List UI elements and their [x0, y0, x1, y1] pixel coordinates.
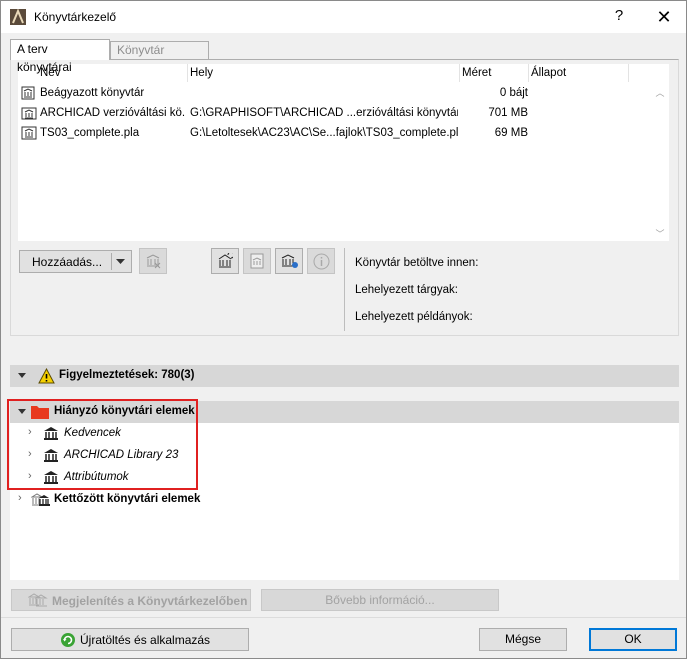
title-bar: Könyvtárkezelő ? ✕ [1, 1, 686, 33]
duplicate-library-icon [31, 493, 50, 506]
library-name: Beágyazott könyvtár [40, 87, 145, 99]
help-button[interactable]: ? [607, 7, 631, 27]
archicad-app-icon [10, 9, 26, 25]
chevron-right-icon[interactable]: › [18, 492, 22, 504]
window-title: Könyvtárkezelő [34, 10, 117, 24]
warnings-label: Figyelmeztetések: 780(3) [59, 369, 195, 381]
library-settings-button[interactable] [275, 248, 303, 274]
show-in-library-manager-label: Megjelenítés a Könyvtárkezelőben [52, 594, 248, 608]
remove-library-icon [146, 254, 161, 269]
library-row[interactable]: ARCHICAD verzióváltási kö... G:\GRAPHISO… [18, 103, 652, 123]
duplicate-items-label: Kettőzött könyvtári elemek [54, 493, 201, 505]
show-in-library-manager-button[interactable]: Megjelenítés a Könyvtárkezelőben [11, 589, 251, 611]
export-library-button[interactable] [243, 248, 271, 274]
chevron-down-icon[interactable] [116, 259, 125, 265]
library-size: 701 MB [488, 107, 528, 119]
tab-library-contents[interactable]: Könyvtár tartalma [110, 41, 209, 73]
more-info-button[interactable]: Bővebb információ... [261, 589, 499, 611]
library-name: ARCHICAD verzióváltási kö... [40, 107, 185, 119]
library-loaded-from-label: Könyvtár betöltve innen: [355, 257, 479, 269]
divider [1, 617, 686, 618]
pla-file-icon [21, 126, 37, 140]
scroll-down-icon[interactable]: ﹀ [654, 227, 666, 239]
embedded-library-icon [21, 86, 35, 100]
reload-and-apply-label: Újratöltés és alkalmazás [80, 633, 211, 647]
divider [344, 248, 345, 331]
placed-instances-label: Lehelyezett példányok: [355, 311, 473, 323]
cancel-button[interactable]: Mégse [479, 628, 567, 651]
library-location: G:\GRAPHISOFT\ARCHICAD ...erzióváltási k… [190, 107, 458, 119]
tab-project-libraries[interactable]: A terv könyvtárai [10, 39, 110, 74]
document-library-icon [250, 253, 264, 269]
library-refresh-icon [218, 253, 233, 268]
add-library-label: Hozzáadás... [32, 255, 103, 269]
column-header-status[interactable]: Állapot [531, 64, 566, 82]
library-manager-window: Könyvtárkezelő ? ✕ A terv könyvtárai Kön… [0, 0, 687, 659]
library-list[interactable]: Név Hely Méret Állapot Beágyazott könyvt… [18, 64, 669, 241]
library-size: 0 bájt [499, 87, 528, 99]
library-settings-icon [281, 254, 298, 268]
warning-icon [38, 368, 55, 384]
column-header-location[interactable]: Hely [190, 64, 213, 82]
scroll-up-icon[interactable]: ︿ [654, 86, 666, 98]
add-library-button[interactable]: Hozzáadás... [19, 250, 132, 273]
close-button[interactable]: ✕ [649, 5, 679, 29]
library-row[interactable]: TS03_complete.pla G:\Letoltesek\AC23\AC\… [18, 123, 652, 143]
remove-library-button[interactable] [139, 248, 167, 274]
highlight-box [7, 399, 198, 490]
library-location: G:\Letoltesek\AC23\AC\Se...fajlok\TS03_c… [190, 127, 458, 139]
column-header-size[interactable]: Méret [462, 64, 491, 82]
info-icon [313, 253, 330, 270]
folder-library-icon [21, 107, 37, 120]
library-row[interactable]: Beágyazott könyvtár 0 bájt [18, 83, 652, 103]
duplicate-items-node[interactable]: › Kettőzött könyvtári elemek [10, 489, 679, 511]
reload-and-apply-button[interactable]: Újratöltés és alkalmazás [11, 628, 249, 651]
collapse-triangle-icon[interactable] [18, 373, 26, 379]
placed-objects-label: Lehelyezett tárgyak: [355, 284, 458, 296]
library-size: 69 MB [494, 127, 528, 139]
warnings-section-header[interactable]: Figyelmeztetések: 780(3) [10, 365, 679, 387]
refresh-icon [61, 633, 75, 647]
library-info-button[interactable] [307, 248, 335, 274]
library-stack-icon [28, 593, 48, 607]
ok-button[interactable]: OK [589, 628, 677, 651]
reload-library-button[interactable] [211, 248, 239, 274]
library-name: TS03_complete.pla [40, 127, 140, 139]
